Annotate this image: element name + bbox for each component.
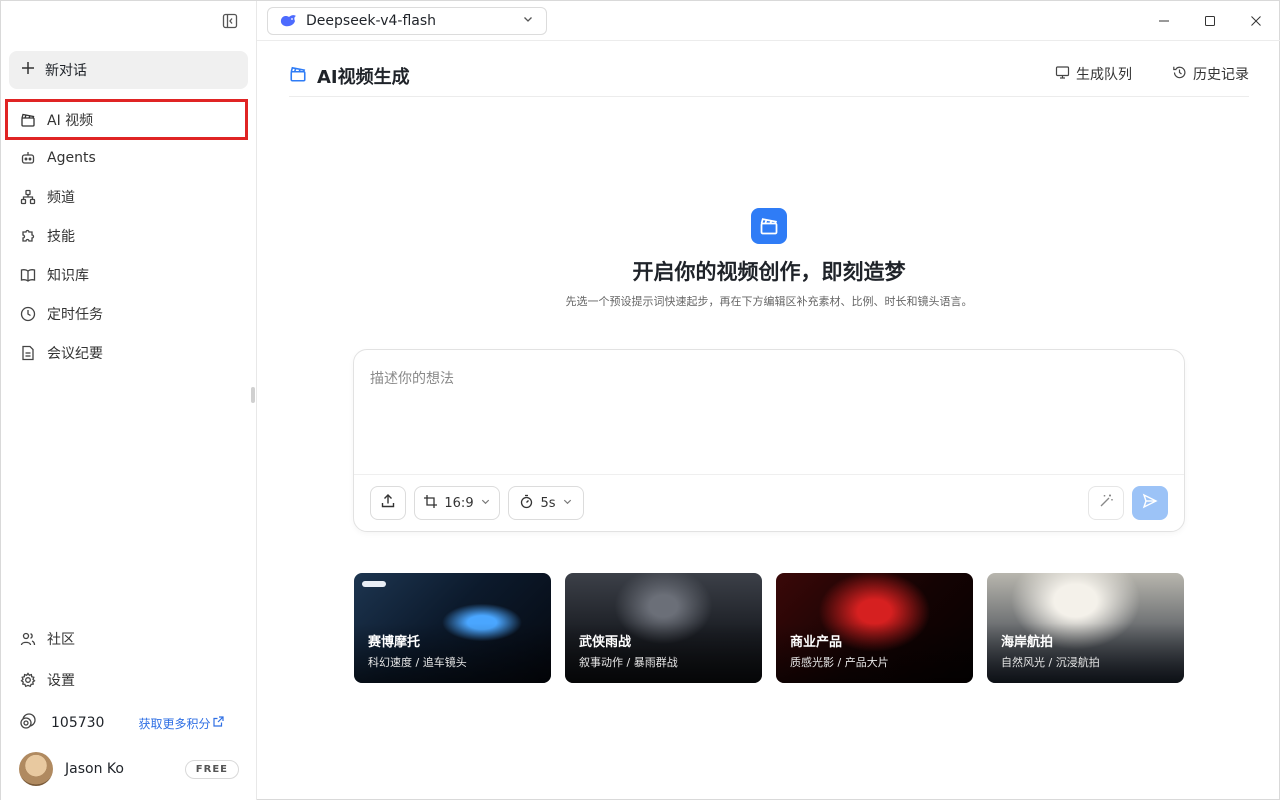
document-icon bbox=[19, 344, 37, 362]
get-more-points-link[interactable]: 获取更多积分 bbox=[138, 715, 225, 732]
model-name: Deepseek-v4-flash bbox=[306, 13, 437, 29]
model-selector[interactable]: Deepseek-v4-flash bbox=[267, 7, 547, 35]
enhance-prompt-button[interactable] bbox=[1088, 486, 1124, 520]
sidebar-item-label: 设置 bbox=[47, 672, 75, 689]
bot-icon bbox=[19, 149, 37, 167]
template-card-cyber-moto[interactable]: 赛博摩托 科幻速度 / 追车镜头 bbox=[354, 573, 551, 683]
card-subtitle: 自然风光 / 沉浸航拍 bbox=[1001, 656, 1100, 669]
magic-wand-icon bbox=[1098, 493, 1114, 513]
hero-title: 开启你的视频创作，即刻造梦 bbox=[632, 260, 906, 284]
monitor-icon bbox=[1055, 65, 1070, 84]
duration-value: 5s bbox=[540, 495, 556, 511]
top-divider bbox=[257, 40, 1280, 41]
maximize-icon[interactable] bbox=[1187, 1, 1233, 41]
sidebar-item-community[interactable]: 社区 bbox=[5, 618, 248, 659]
sidebar-nav: AI 视频 Agents 频道 技能 知识库 定时任务 会议纪要 bbox=[5, 99, 248, 372]
aspect-ratio-select[interactable]: 16:9 bbox=[414, 486, 500, 520]
window-controls bbox=[1141, 1, 1279, 41]
new-chat-label: 新对话 bbox=[45, 63, 87, 79]
card-subtitle: 科幻速度 / 追车镜头 bbox=[368, 656, 467, 669]
collapse-sidebar-icon[interactable] bbox=[220, 11, 240, 31]
video-hero-icon bbox=[751, 208, 787, 244]
card-title: 赛博摩托 bbox=[368, 635, 421, 650]
template-card-coastal-aerial[interactable]: 海岸航拍 自然风光 / 沉浸航拍 bbox=[987, 573, 1184, 683]
send-button[interactable] bbox=[1132, 486, 1168, 520]
generation-queue-label: 生成队列 bbox=[1076, 67, 1132, 83]
points-row: 105730 获取更多积分 bbox=[19, 711, 239, 735]
sidebar-item-settings[interactable]: 设置 bbox=[5, 659, 248, 700]
history-icon bbox=[1172, 65, 1187, 84]
duration-select[interactable]: 5s bbox=[508, 486, 584, 520]
points-icon bbox=[19, 712, 37, 734]
sidebar-resize-handle[interactable] bbox=[251, 387, 255, 403]
card-decoration bbox=[362, 581, 386, 587]
sidebar-item-label: 技能 bbox=[47, 228, 75, 245]
history-label: 历史记录 bbox=[1193, 67, 1249, 83]
network-icon bbox=[19, 188, 37, 206]
points-balance: 105730 bbox=[51, 715, 105, 731]
card-title: 海岸航拍 bbox=[1001, 635, 1054, 650]
user-profile[interactable]: Jason Ko FREE bbox=[19, 751, 239, 787]
aspect-ratio-value: 16:9 bbox=[444, 495, 474, 511]
card-subtitle: 叙事动作 / 暴雨群战 bbox=[579, 656, 678, 669]
card-subtitle: 质感光影 / 产品大片 bbox=[790, 656, 889, 669]
clapperboard-icon bbox=[19, 111, 37, 129]
card-title: 武侠雨战 bbox=[579, 635, 632, 650]
generation-queue-button[interactable]: 生成队列 bbox=[1055, 64, 1132, 84]
sidebar-item-channels[interactable]: 频道 bbox=[5, 177, 248, 216]
sidebar-item-label: AI 视频 bbox=[47, 112, 94, 129]
sidebar-item-agents[interactable]: Agents bbox=[5, 138, 248, 177]
template-card-wuxia-rain[interactable]: 武侠雨战 叙事动作 / 暴雨群战 bbox=[565, 573, 762, 683]
gear-icon bbox=[19, 671, 37, 689]
sidebar-item-ai-video[interactable]: AI 视频 bbox=[5, 99, 248, 140]
send-icon bbox=[1142, 493, 1158, 513]
chevron-down-icon bbox=[562, 496, 573, 511]
crop-icon bbox=[423, 494, 438, 513]
sidebar-item-label: Agents bbox=[47, 149, 96, 166]
app-window: 新对话 AI 视频 Agents 频道 技能 知识库 定时任务 会议纪要 社区 … bbox=[0, 0, 1280, 800]
plan-badge: FREE bbox=[184, 759, 239, 779]
sidebar-item-label: 会议纪要 bbox=[47, 345, 103, 362]
sidebar-bottom-nav: 社区 设置 bbox=[5, 618, 248, 700]
prompt-input[interactable] bbox=[370, 368, 1160, 468]
stopwatch-icon bbox=[519, 494, 534, 513]
new-chat-button[interactable]: 新对话 bbox=[9, 51, 248, 89]
upload-button[interactable] bbox=[370, 486, 406, 520]
sidebar-item-meeting-notes[interactable]: 会议纪要 bbox=[5, 333, 248, 372]
template-card-commercial-product[interactable]: 商业产品 质感光影 / 产品大片 bbox=[776, 573, 973, 683]
whale-icon bbox=[280, 14, 298, 28]
close-icon[interactable] bbox=[1233, 1, 1279, 41]
chevron-down-icon bbox=[522, 13, 534, 29]
header-actions: 生成队列 历史记录 bbox=[1055, 64, 1249, 84]
get-more-points-label: 获取更多积分 bbox=[138, 716, 211, 731]
puzzle-icon bbox=[19, 227, 37, 245]
card-title: 商业产品 bbox=[790, 635, 843, 650]
users-icon bbox=[19, 630, 37, 648]
chevron-down-icon bbox=[480, 496, 491, 511]
minimize-icon[interactable] bbox=[1141, 1, 1187, 41]
prompt-divider bbox=[354, 474, 1184, 475]
sidebar-item-label: 频道 bbox=[47, 189, 75, 206]
plus-icon bbox=[21, 61, 35, 79]
user-name: Jason Ko bbox=[65, 761, 124, 777]
sidebar: 新对话 AI 视频 Agents 频道 技能 知识库 定时任务 会议纪要 社区 … bbox=[1, 1, 257, 800]
page-title-text: AI视频生成 bbox=[317, 67, 410, 88]
clapperboard-icon bbox=[289, 65, 307, 88]
upload-icon bbox=[380, 493, 396, 513]
avatar bbox=[19, 752, 53, 786]
hero-subtitle: 先选一个预设提示词快速起步，再在下方编辑区补充素材、比例、时长和镜头语言。 bbox=[565, 295, 973, 308]
page-title: AI视频生成 bbox=[289, 63, 410, 89]
prompt-box: 16:9 5s bbox=[353, 349, 1185, 532]
sidebar-item-skills[interactable]: 技能 bbox=[5, 216, 248, 255]
history-button[interactable]: 历史记录 bbox=[1172, 64, 1249, 84]
external-link-icon bbox=[213, 716, 225, 730]
sidebar-item-label: 社区 bbox=[47, 631, 75, 648]
page-header: AI视频生成 生成队列 历史记录 bbox=[289, 56, 1249, 97]
